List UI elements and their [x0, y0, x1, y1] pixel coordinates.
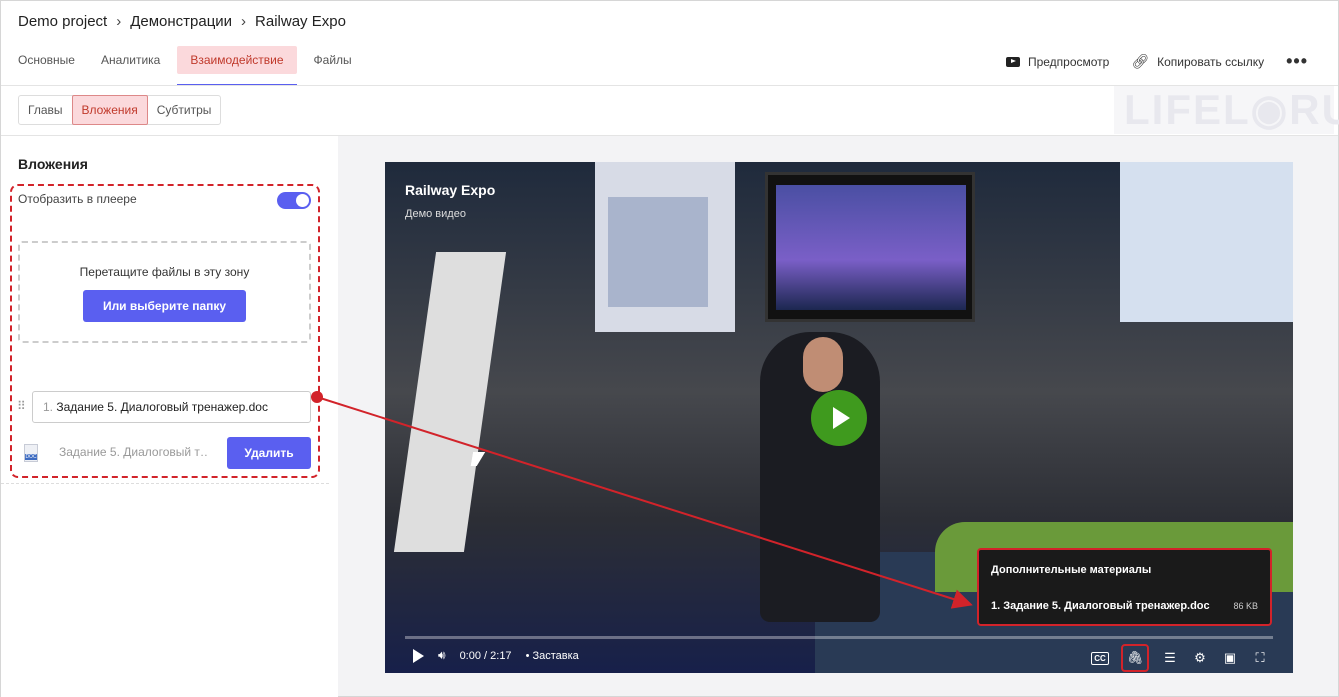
popup-title: Дополнительные материалы — [991, 564, 1152, 576]
player-controls-right: CC 🖇︎ ☰ ⚙︎ ▣ ⛶ — [1091, 644, 1269, 672]
doc-file-icon: DOC — [24, 444, 38, 462]
breadcrumb-folder[interactable]: Демонстрации — [130, 13, 232, 30]
subtab-attachments[interactable]: Вложения — [71, 95, 148, 125]
settings-gear-icon[interactable]: ⚙︎ — [1191, 650, 1209, 666]
show-in-player-label: Отобразить в плеере — [18, 192, 137, 206]
play-icon[interactable] — [413, 648, 424, 663]
preview-label: Предпросмотр — [1027, 54, 1110, 69]
main-tabs: Основные Аналитика Взаимодействие Файлы — [9, 46, 369, 86]
video-play-icon — [1005, 56, 1020, 67]
dropzone-text: Перетащите файлы в эту зону — [79, 265, 250, 279]
panel-title: Вложения — [18, 156, 88, 172]
video-scene-poster — [608, 197, 708, 307]
choose-folder-button[interactable]: Или выберите папку — [82, 290, 247, 322]
preview-button[interactable]: Предпросмотр — [1005, 54, 1110, 69]
attachment-name-input[interactable]: 1. Задание 5. Диалоговый тренажер.doc — [32, 391, 311, 423]
header-toolbar: Предпросмотр 🔗︎ Копировать ссылку ••• — [1005, 51, 1308, 72]
breadcrumb: Demo project › Демонстрации › Railway Ex… — [18, 13, 346, 30]
player-controls-left: 🔊︎ 0:00 / 2:17 • Заставка — [413, 648, 579, 663]
video-scene-stand — [393, 252, 507, 552]
divider — [1, 483, 329, 484]
video-scene-person-head — [803, 337, 843, 392]
copy-link-button[interactable]: 🔗︎ Копировать ссылку — [1131, 53, 1264, 70]
video-scene-monitor — [765, 172, 975, 322]
sub-tabs: Главы Вложения Субтитры — [18, 95, 222, 125]
subtab-subtitles[interactable]: Субтитры — [148, 96, 221, 124]
attachments-popup: Дополнительные материалы 1. Задание 5. Д… — [977, 548, 1272, 626]
breadcrumb-current: Railway Expo — [255, 13, 346, 30]
popup-attachment-link[interactable]: 1. Задание 5. Диалоговый тренажер.doc — [991, 600, 1210, 612]
link-icon: 🔗︎ — [1131, 53, 1150, 69]
popup-attachment-size: 86 KB — [1233, 601, 1258, 611]
attachment-number: 1. — [43, 400, 54, 414]
drag-handle-icon[interactable]: ⠿ — [17, 399, 26, 413]
tab-analytics[interactable]: Аналитика — [92, 46, 169, 74]
video-scene-poster — [1120, 162, 1293, 322]
attachment-icon[interactable]: 🖇︎ — [1121, 644, 1149, 672]
tab-basic[interactable]: Основные — [9, 46, 84, 74]
big-play-button[interactable] — [811, 390, 867, 446]
tab-files[interactable]: Файлы — [305, 46, 361, 74]
file-dropzone[interactable]: Перетащите файлы в эту зону Или выберите… — [18, 241, 311, 343]
breadcrumb-project[interactable]: Demo project — [18, 13, 107, 30]
attachment-file-name: Задание 5. Диалоговый т… — [59, 445, 209, 459]
subtitles-icon[interactable]: CC — [1091, 651, 1109, 665]
chapter-label: • Заставка — [525, 649, 579, 662]
video-title: Railway Expo — [405, 182, 496, 198]
attachment-name-value: Задание 5. Диалоговый тренажер.doc — [56, 400, 268, 414]
pip-icon[interactable]: ▣ — [1221, 650, 1239, 666]
fullscreen-icon[interactable]: ⛶ — [1251, 650, 1269, 666]
time-display: 0:00 / 2:17 — [459, 649, 512, 662]
chapters-list-icon[interactable]: ☰ — [1161, 650, 1179, 666]
progress-bar[interactable] — [405, 636, 1273, 639]
show-in-player-toggle[interactable] — [277, 192, 311, 209]
delete-button[interactable]: Удалить — [227, 437, 311, 469]
breadcrumb-separator: › — [241, 13, 247, 30]
more-horizontal-icon[interactable]: ••• — [1286, 51, 1308, 72]
copy-link-label: Копировать ссылку — [1157, 54, 1265, 69]
video-subtitle: Демо видео — [405, 208, 466, 220]
watermark-logo: LIFEL◉RU — [1114, 86, 1339, 134]
volume-icon[interactable]: 🔊︎ — [438, 648, 446, 663]
tab-interaction[interactable]: Взаимодействие — [177, 46, 297, 86]
mouse-cursor-icon — [470, 452, 486, 466]
subtab-chapters[interactable]: Главы — [19, 96, 72, 124]
breadcrumb-separator: › — [116, 13, 122, 30]
